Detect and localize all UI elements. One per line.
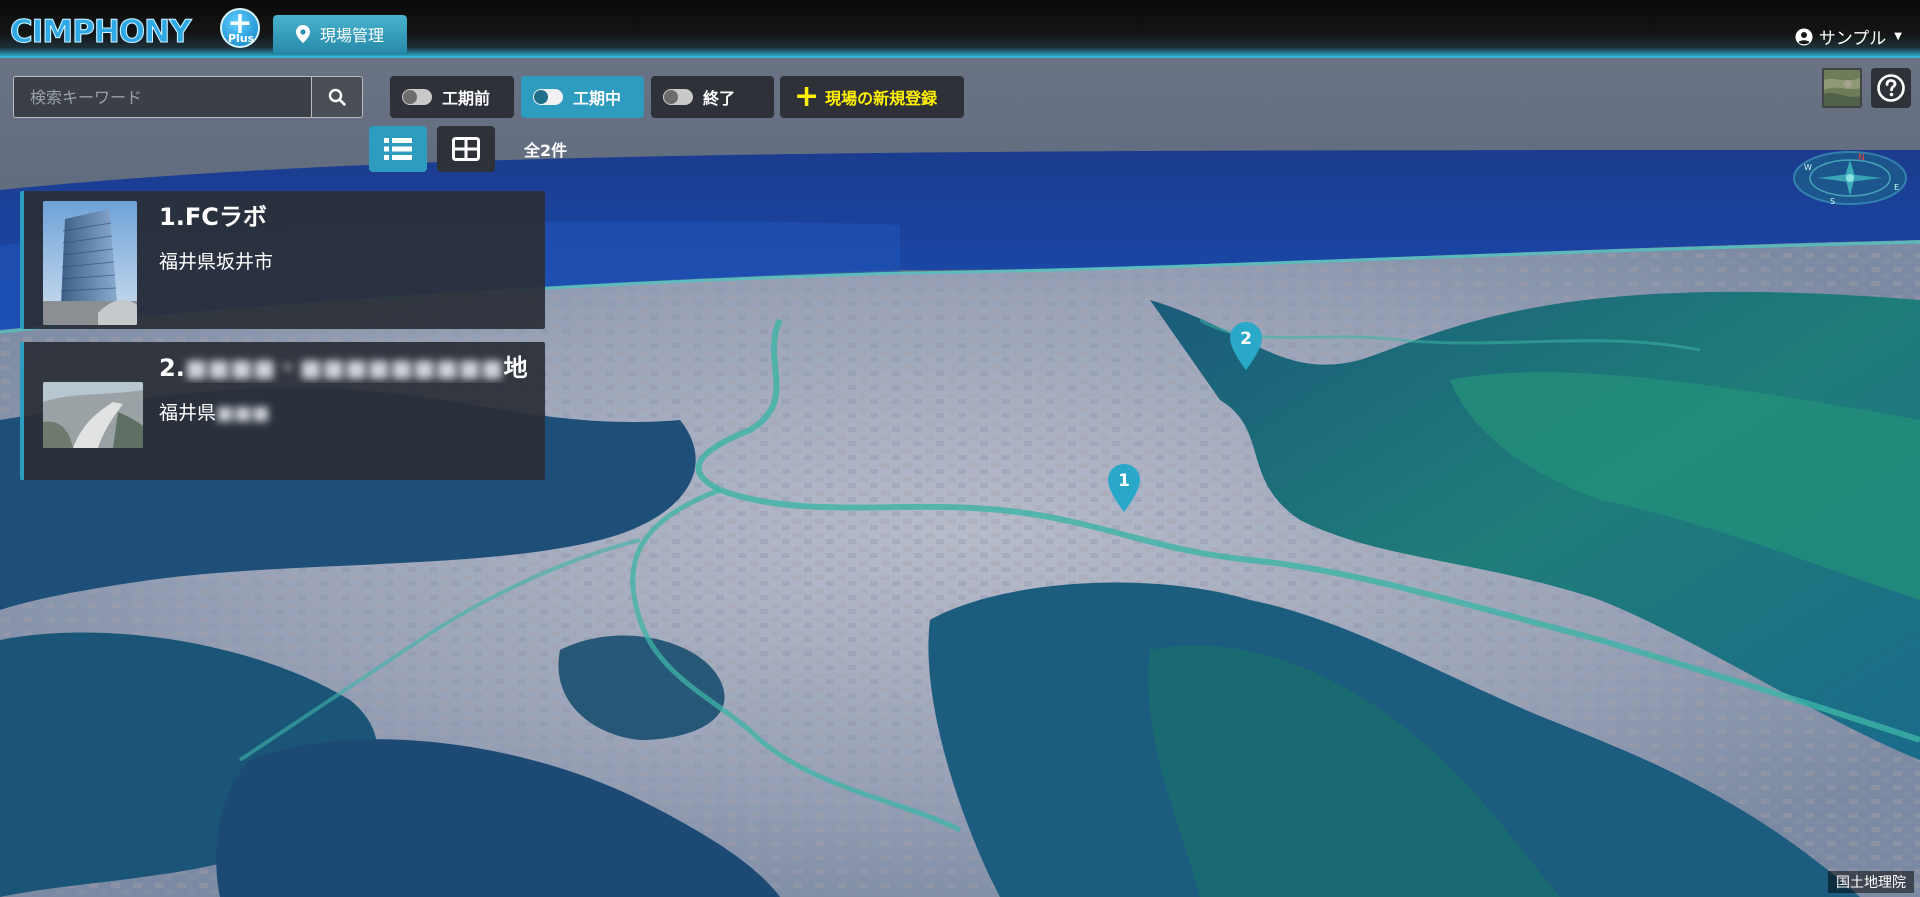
site-address: 福井県■■■ <box>159 402 270 424</box>
search-icon <box>328 88 346 106</box>
filter-finished[interactable]: 終了 <box>651 76 774 118</box>
site-marker-1[interactable]: 1 <box>1108 464 1140 512</box>
marker-label: 1 <box>1118 471 1130 491</box>
map-pin-icon <box>295 25 310 43</box>
user-name: サンプル <box>1818 29 1887 49</box>
result-count: 全2件 <box>524 141 568 160</box>
map-layer-button[interactable] <box>1822 68 1862 108</box>
tab-site-management[interactable]: 現場管理 <box>273 15 407 53</box>
search-button[interactable] <box>312 76 363 118</box>
site-address: 福井県坂井市 <box>159 251 274 273</box>
question-circle-icon <box>1877 74 1905 102</box>
filter-before-construction[interactable]: 工期前 <box>390 76 514 118</box>
map-attribution[interactable]: 国土地理院 <box>1828 871 1914 893</box>
top-bar: CIMPHONY + Plus 現場管理 サンプル ▼ <box>0 0 1920 58</box>
site-title[interactable]: 1.FCラボ <box>159 197 529 232</box>
toggle-switch[interactable] <box>402 89 432 105</box>
obscured-text: ■■■■・■■■■■■■■■ <box>184 354 504 382</box>
user-menu[interactable]: サンプル ▼ <box>1795 24 1902 49</box>
grid-icon <box>452 137 480 161</box>
toggle-switch[interactable] <box>533 89 563 105</box>
filter-label: 終了 <box>703 89 736 108</box>
site-card-2[interactable]: 2.■■■■・■■■■■■■■■地… 福井県■■■ <box>20 342 545 480</box>
search-input[interactable] <box>13 76 313 118</box>
compass-north: N <box>1858 153 1865 163</box>
filter-under-construction[interactable]: 工期中 <box>521 76 644 118</box>
new-site-label: 現場の新規登録 <box>825 89 938 108</box>
plus-icon: + <box>794 79 820 114</box>
toggle-switch[interactable] <box>663 89 693 105</box>
compass-south: S <box>1830 197 1835 206</box>
filter-label: 工期中 <box>573 89 622 108</box>
obscured-text: ■■■ <box>216 402 270 424</box>
user-circle-icon <box>1795 28 1813 45</box>
search-bar <box>13 76 363 118</box>
grid-view-button[interactable] <box>437 126 495 172</box>
chevron-down-icon: ▼ <box>1894 31 1902 42</box>
marker-label: 2 <box>1240 329 1252 349</box>
new-site-button[interactable]: + 現場の新規登録 <box>780 76 964 118</box>
site-marker-2[interactable]: 2 <box>1230 322 1262 370</box>
compass-icon[interactable]: N W E S <box>1790 146 1910 216</box>
site-card-1[interactable]: 1.FCラボ 福井県坂井市 <box>20 191 545 329</box>
compass-west: W <box>1804 163 1812 172</box>
logo-plus-badge: + Plus <box>220 6 260 48</box>
map-layer-thumbnail-icon <box>1824 70 1860 106</box>
help-button[interactable] <box>1871 68 1911 108</box>
logo-text: CIMPHONY <box>10 14 193 51</box>
list-view-button[interactable] <box>369 126 427 172</box>
site-title[interactable]: 2.■■■■・■■■■■■■■■地… <box>159 348 529 383</box>
filter-label: 工期前 <box>442 89 491 108</box>
compass-east: E <box>1894 183 1899 192</box>
site-thumbnail-image <box>43 382 143 448</box>
site-thumbnail-image <box>43 201 137 325</box>
app-logo[interactable]: CIMPHONY + Plus <box>10 6 260 51</box>
list-icon <box>384 138 412 160</box>
tab-label: 現場管理 <box>319 26 384 45</box>
